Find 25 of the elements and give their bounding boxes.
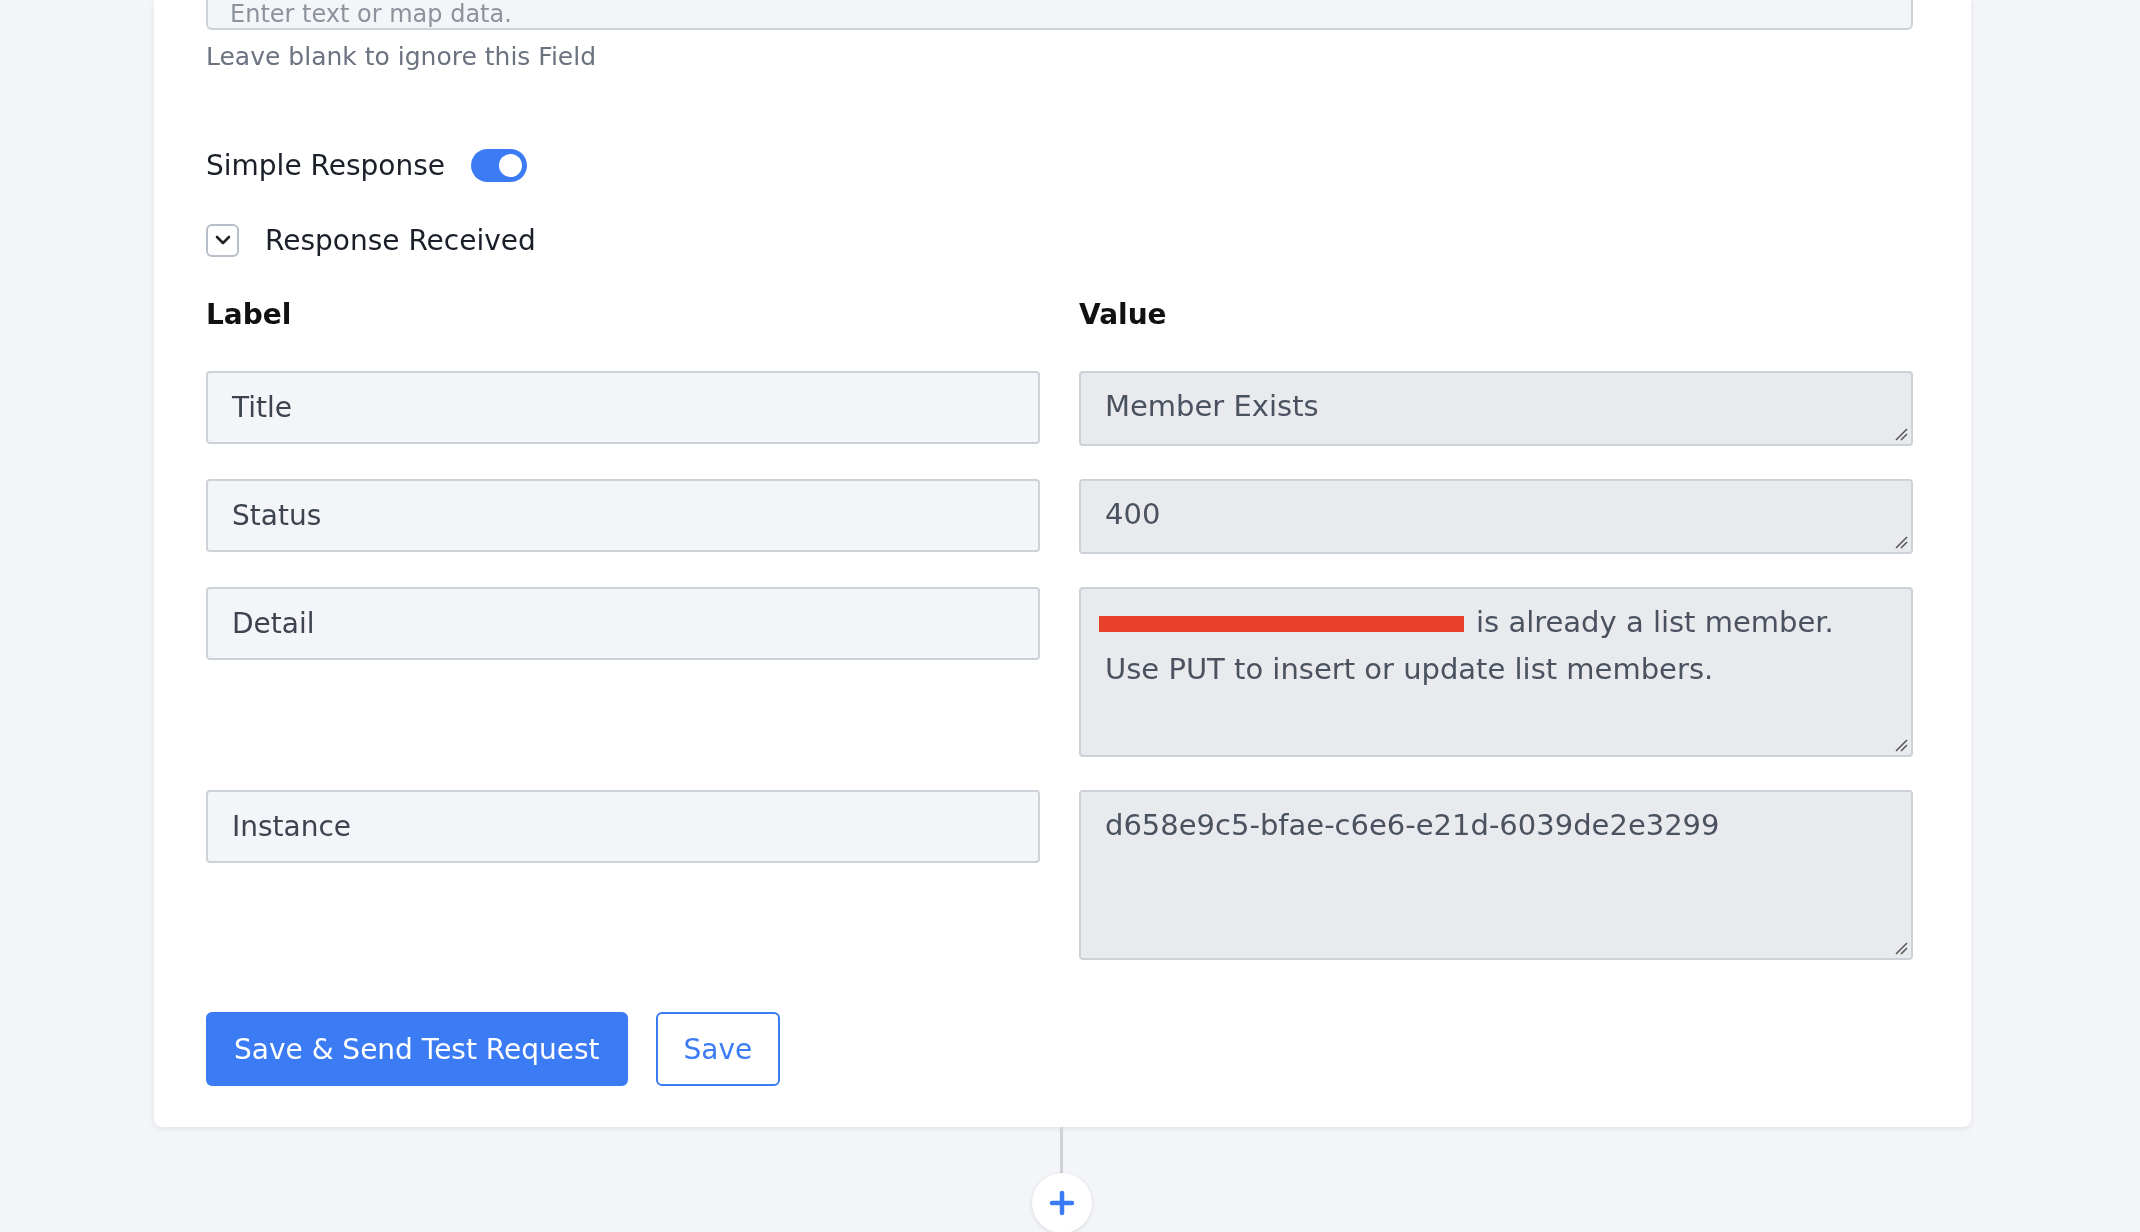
resize-grip-icon[interactable] — [1894, 535, 1908, 549]
text-input-field[interactable]: Enter text or map data. — [206, 0, 1913, 30]
label-field[interactable]: Detail — [206, 587, 1040, 660]
resize-grip-icon[interactable] — [1894, 738, 1908, 752]
column-header: Value — [1079, 297, 1168, 333]
column-header: Label — [206, 297, 293, 333]
label-field[interactable]: Title — [206, 371, 1040, 444]
label-field[interactable]: Instance — [206, 790, 1040, 863]
send-test-button[interactable]: Save & Send Test Request — [206, 1012, 628, 1086]
value-field[interactable]: d658e9c5-bfae-c6e6-e21d-6039de2e3299 — [1079, 790, 1913, 960]
value-field[interactable]: 400 — [1079, 479, 1913, 554]
save-button[interactable]: Save — [655, 1012, 781, 1086]
value-field[interactable]: Member Exists — [1079, 371, 1913, 446]
chevron-icon — [214, 234, 231, 246]
section-title: Response Received — [265, 223, 536, 257]
resize-grip-icon[interactable] — [1894, 427, 1908, 441]
plus-icon — [1049, 1190, 1075, 1216]
add-step-button[interactable] — [1032, 1173, 1092, 1232]
field-hint: Leave blank to ignore this Field — [206, 42, 597, 72]
toggle-label: Simple Response — [206, 148, 445, 182]
toggle-switch[interactable] — [471, 148, 527, 182]
collapse-toggle[interactable] — [206, 223, 239, 257]
resize-grip-icon[interactable] — [1894, 941, 1908, 955]
label-field[interactable]: Status — [206, 479, 1040, 552]
value-field[interactable]: is already a list member. Use PUT to insert or update list members. — [1079, 587, 1913, 757]
